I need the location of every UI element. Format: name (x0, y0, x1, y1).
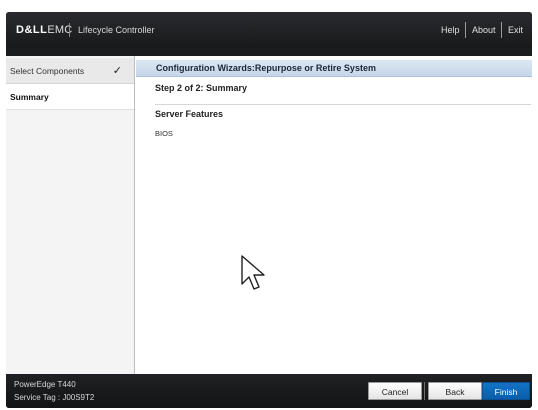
back-button[interactable]: Back (428, 382, 482, 400)
header-divider (501, 22, 502, 38)
sidebar-item-label: Summary (10, 92, 49, 102)
header-divider (465, 22, 466, 38)
main-panel: Configuration Wizards:Repurpose or Retir… (135, 56, 532, 374)
wizard-steps-sidebar: Select Components ✓ Summary (6, 56, 135, 374)
service-tag: Service Tag : J00S9T2 (14, 393, 95, 402)
logo-dell-text: D&LL (16, 24, 48, 36)
feature-item: BIOS (155, 129, 173, 138)
about-link[interactable]: About (472, 25, 496, 35)
dell-emc-logo: D&LLEMC (16, 24, 72, 36)
sidebar-item-summary[interactable]: Summary (6, 84, 134, 110)
page-title: Configuration Wizards:Repurpose or Retir… (136, 60, 532, 77)
cancel-button[interactable]: Cancel (368, 382, 422, 400)
content-area: Select Components ✓ Summary Configuratio… (6, 56, 532, 374)
check-icon: ✓ (112, 65, 122, 77)
help-link[interactable]: Help (441, 25, 460, 35)
finish-button[interactable]: Finish (482, 382, 530, 400)
step-title: Step 2 of 2: Summary (155, 83, 248, 93)
exit-link[interactable]: Exit (508, 25, 523, 35)
section-title: Server Features (155, 109, 224, 119)
divider (155, 104, 531, 105)
bottom-footer: PowerEdge T440 Service Tag : J00S9T2 Can… (6, 374, 532, 408)
app-title: Lifecycle Controller (78, 25, 155, 35)
app-window: D&LLEMC Lifecycle Controller Help About … (6, 12, 532, 408)
server-model: PowerEdge T440 (14, 380, 76, 389)
sidebar-item-select-components[interactable]: Select Components ✓ (6, 58, 134, 84)
button-divider (424, 382, 425, 400)
mouse-pointer-icon (241, 255, 265, 290)
logo-divider (69, 23, 70, 37)
top-header: D&LLEMC Lifecycle Controller Help About … (6, 12, 532, 48)
sidebar-item-label: Select Components (10, 66, 85, 76)
